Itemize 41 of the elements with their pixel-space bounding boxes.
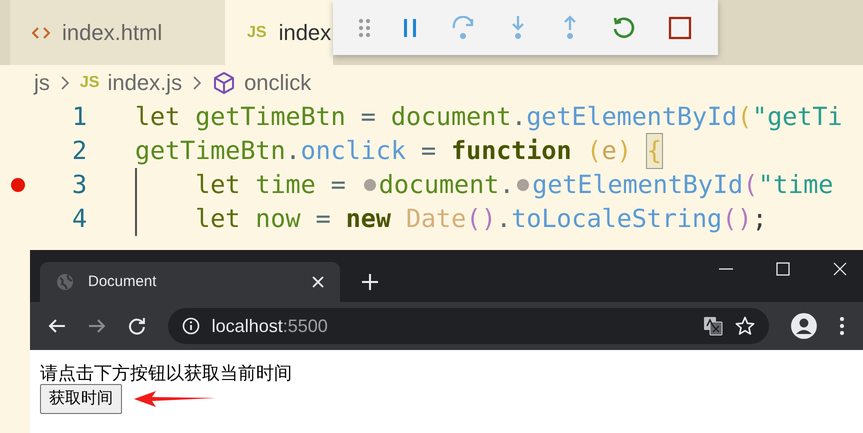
info-icon[interactable]: [182, 317, 200, 335]
tab-title: Document: [88, 272, 158, 292]
cube-icon: [212, 70, 236, 94]
globe-icon: [56, 273, 74, 291]
menu-dots-icon[interactable]: [839, 316, 845, 336]
code-line: let now = new Date().toLocaleString();: [194, 203, 768, 235]
close-icon[interactable]: [833, 262, 847, 276]
plus-icon[interactable]: [362, 274, 378, 290]
browser-tab[interactable]: Document: [40, 262, 340, 302]
line-number: 4: [70, 203, 87, 235]
breakpoint-icon[interactable]: [10, 178, 24, 192]
editor-tab[interactable]: index.html: [10, 0, 225, 65]
maximize-icon[interactable]: [776, 262, 790, 276]
translate-icon[interactable]: [703, 316, 724, 336]
forward-arrow-icon[interactable]: [88, 317, 106, 335]
js-file-icon: JS: [80, 70, 100, 94]
chevron-right-icon: [60, 74, 70, 90]
breadcrumb-item[interactable]: index.js: [107, 66, 182, 99]
code-line: let time = document. getElementById("time: [194, 169, 834, 201]
breadcrumb-item[interactable]: onclick: [244, 66, 312, 99]
chevron-right-icon: [192, 74, 202, 90]
editor-tab[interactable]: JS index: [225, 0, 333, 65]
code-line: getTimeBtn.onclick = function (e) {: [135, 134, 662, 168]
breadcrumb-item[interactable]: js: [34, 66, 50, 99]
profile-avatar-icon[interactable]: [791, 313, 818, 339]
star-icon[interactable]: [735, 316, 756, 336]
stop-icon[interactable]: [668, 16, 692, 40]
code-icon: [32, 26, 50, 40]
drag-handle-icon[interactable]: [358, 18, 371, 38]
instruction-text: 请点击下方按钮以获取当前时间: [40, 362, 293, 384]
reload-icon[interactable]: [128, 317, 146, 335]
get-time-button[interactable]: 获取时间: [40, 384, 122, 414]
line-number: 3: [70, 169, 87, 201]
js-file-icon: JS: [247, 20, 267, 44]
address-bar[interactable]: localhost:5500: [168, 308, 770, 344]
url-text: localhost:5500: [212, 314, 329, 338]
close-icon[interactable]: [312, 276, 324, 288]
back-arrow-icon[interactable]: [48, 317, 66, 335]
line-number: 2: [70, 135, 87, 167]
line-number: 1: [70, 101, 87, 133]
code-line: let getTimeBtn = document.getElementById("getTi: [135, 101, 842, 133]
